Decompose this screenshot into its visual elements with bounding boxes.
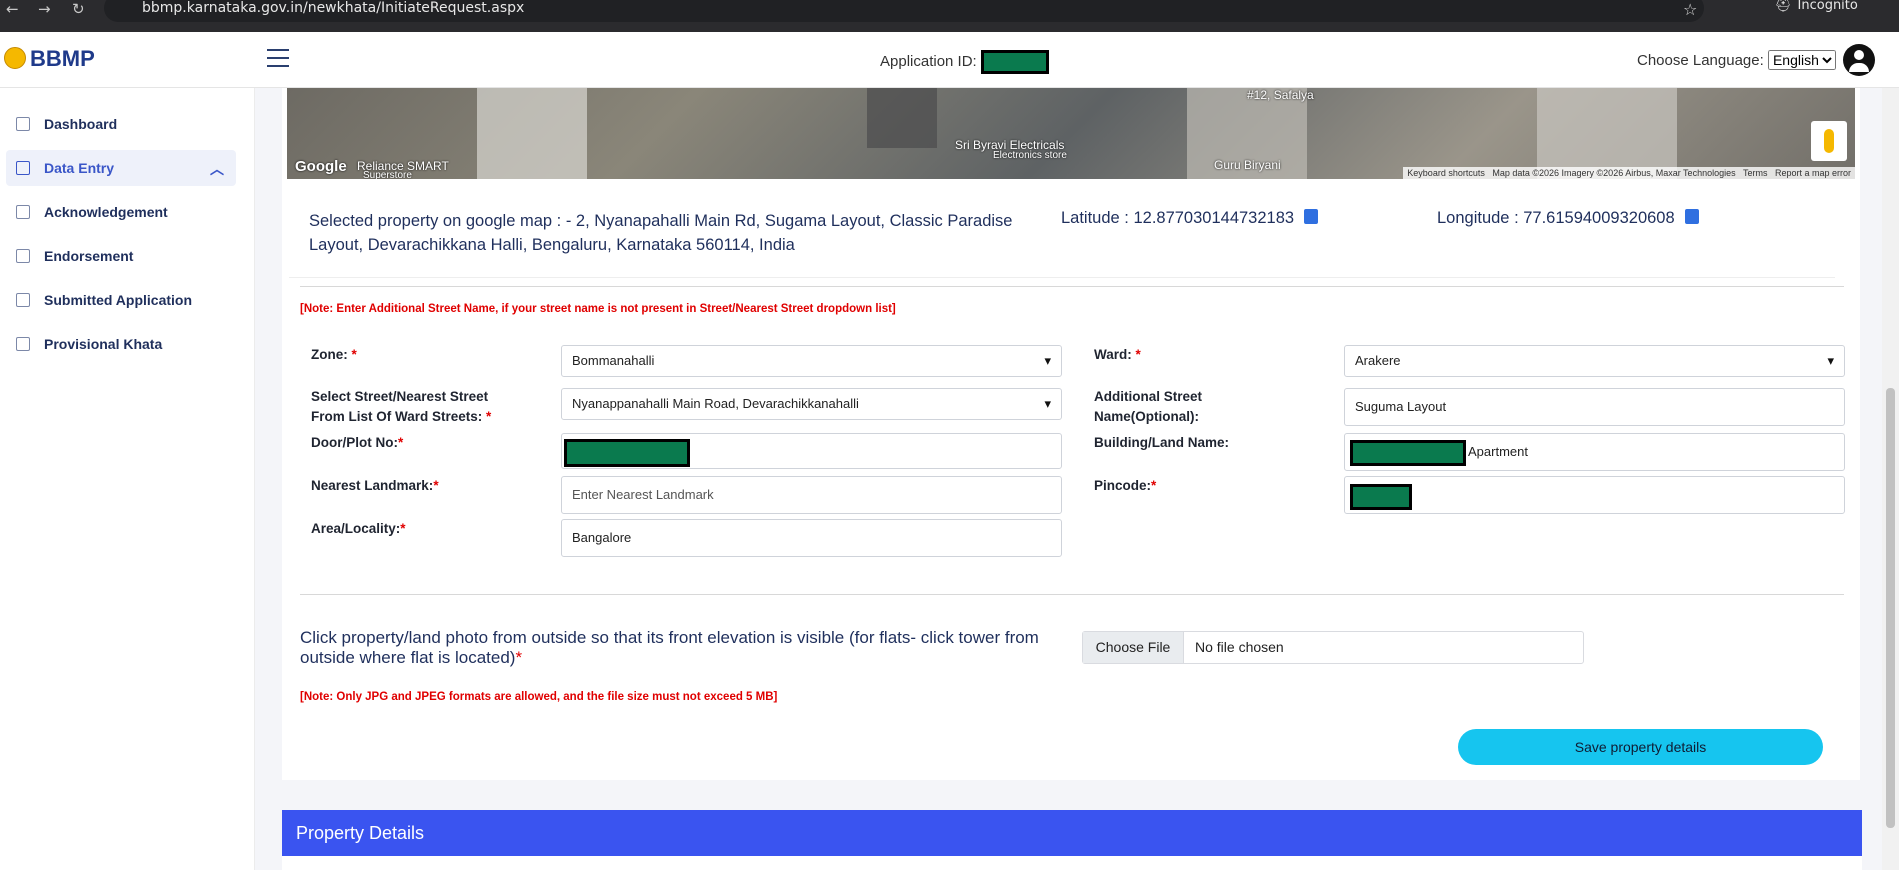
- map-building: [1537, 88, 1677, 179]
- area-locality-input[interactable]: Bangalore: [561, 519, 1062, 557]
- redacted-building-name: [1350, 439, 1466, 466]
- sidebar-item-label: Provisional Khata: [44, 336, 163, 352]
- hamburger-menu-icon[interactable]: [267, 49, 289, 67]
- dashboard-icon: [16, 117, 30, 131]
- longitude-text: Longitude : 77.61594009320608: [1437, 209, 1675, 227]
- redacted-application-id: [980, 50, 1049, 74]
- bbmp-logo-icon: [4, 47, 26, 69]
- additional-street-input[interactable]: Suguma Layout: [1344, 388, 1845, 426]
- save-property-details-button[interactable]: Save property details: [1458, 729, 1823, 765]
- app-header: BBMP Application ID: Choose Language: En…: [0, 32, 1899, 88]
- google-logo: Google: [295, 158, 347, 175]
- street-note: [Note: Enter Additional Street Name, if …: [300, 303, 896, 315]
- keyboard-shortcuts-link[interactable]: Keyboard shortcuts: [1407, 168, 1485, 178]
- logo-text: BBMP: [30, 46, 95, 71]
- language-chooser: Choose Language: English: [1637, 50, 1836, 70]
- map-label[interactable]: #12, Safalya: [1247, 88, 1314, 102]
- copy-icon[interactable]: [1304, 209, 1319, 224]
- map-label: Electronics store: [993, 150, 1067, 161]
- property-details-body: [282, 856, 1862, 870]
- ward-select[interactable]: Arakere: [1344, 345, 1845, 377]
- sidebar-item-endorsement[interactable]: Endorsement: [6, 238, 236, 274]
- terms-link[interactable]: Terms: [1743, 168, 1768, 178]
- map-attribution: Keyboard shortcuts Map data ©2026 Imager…: [1403, 167, 1855, 179]
- copy-icon[interactable]: [1684, 209, 1699, 224]
- street-select[interactable]: Nyanappanahalli Main Road, Devarachikkan…: [561, 388, 1062, 420]
- map-building: [867, 88, 937, 148]
- pincode-input[interactable]: [1344, 476, 1845, 514]
- photo-instruction: Click property/land photo from outside s…: [300, 628, 1039, 667]
- selected-property-info: Selected property on google map : - 2, N…: [289, 197, 1835, 278]
- latitude: Latitude : 12.877030144732183: [1061, 209, 1319, 228]
- sidebar-item-label: Submitted Application: [44, 292, 193, 308]
- pincode-label: Pincode:*: [1094, 478, 1157, 493]
- building-land-name-input[interactable]: Apartment: [1344, 433, 1845, 471]
- nearest-landmark-input[interactable]: Enter Nearest Landmark: [561, 476, 1062, 514]
- street-view-pegman-icon[interactable]: [1811, 121, 1847, 161]
- table-icon: [16, 161, 30, 175]
- reload-icon[interactable]: ↻: [72, 0, 85, 18]
- building-land-name-label: Building/Land Name:: [1094, 435, 1229, 450]
- sidebar-item-provisional-khata[interactable]: Provisional Khata: [6, 326, 236, 362]
- choose-file-button[interactable]: Choose File: [1083, 632, 1184, 663]
- sidebar-item-label: Data Entry: [44, 160, 115, 176]
- selected-address: Selected property on google map : - 2, N…: [309, 212, 1013, 254]
- map-label[interactable]: Guru Biryani: [1214, 158, 1281, 172]
- incognito-badge[interactable]: ⛑ Incognito: [1775, 0, 1875, 22]
- latitude-text: Latitude : 12.877030144732183: [1061, 209, 1295, 227]
- photo-note: [Note: Only JPG and JPEG formats are all…: [300, 691, 778, 703]
- browser-chrome: ← → ↻ bbmp.karnataka.gov.in/newkhata/Ini…: [0, 0, 1899, 32]
- map-building: [477, 88, 587, 179]
- longitude: Longitude : 77.61594009320608: [1437, 209, 1699, 228]
- map-label: Superstore: [363, 170, 412, 179]
- report-map-error-link[interactable]: Report a map error: [1775, 168, 1851, 178]
- building-name-suffix: Apartment: [1468, 444, 1528, 459]
- zone-select[interactable]: Bommanahalli: [561, 345, 1062, 377]
- incognito-label: Incognito: [1797, 0, 1858, 13]
- sidebar-item-label: Endorsement: [44, 248, 134, 264]
- door-plot-label: Door/Plot No:*: [311, 435, 404, 450]
- redacted-door-plot: [564, 439, 690, 467]
- sidebar-item-submitted-application[interactable]: Submitted Application: [6, 282, 236, 318]
- area-locality-label: Area/Locality:*: [311, 521, 406, 536]
- incognito-icon: ⛑: [1775, 0, 1792, 13]
- additional-street-label: Additional Street Name(Optional):: [1094, 389, 1203, 424]
- sidebar-item-label: Acknowledgement: [44, 204, 168, 220]
- sidebar-item-data-entry[interactable]: Data Entry ︿: [6, 150, 236, 186]
- bookmark-star-icon[interactable]: ☆: [1683, 0, 1697, 19]
- street-label: Select Street/Nearest Street From List Of…: [311, 389, 492, 424]
- nearest-landmark-label: Nearest Landmark:*: [311, 478, 439, 493]
- divider: [300, 594, 1844, 595]
- sidebar-item-label: Dashboard: [44, 116, 118, 132]
- forward-icon[interactable]: →: [38, 0, 51, 18]
- document-icon: [16, 249, 30, 263]
- sidebar-item-acknowledgement[interactable]: Acknowledgement: [6, 194, 236, 230]
- document-icon: [16, 293, 30, 307]
- google-map[interactable]: #12, Safalya Sri Byravi Electricals Elec…: [287, 88, 1855, 179]
- back-icon[interactable]: ←: [6, 0, 19, 18]
- redacted-pincode: [1350, 484, 1412, 510]
- photo-file-input[interactable]: Choose File No file chosen: [1082, 631, 1584, 664]
- scrollbar-thumb[interactable]: [1886, 388, 1895, 828]
- property-details-header[interactable]: Property Details: [282, 810, 1862, 856]
- application-id-label: Application ID:: [880, 52, 977, 70]
- document-icon: [16, 205, 30, 219]
- map-data-text: Map data ©2026 Imagery ©2026 Airbus, Max…: [1492, 168, 1736, 178]
- user-avatar-icon[interactable]: [1843, 44, 1875, 76]
- bbmp-logo[interactable]: BBMP: [4, 46, 95, 72]
- page-scrollbar[interactable]: [1882, 88, 1899, 870]
- url-text[interactable]: bbmp.karnataka.gov.in/newkhata/InitiateR…: [142, 0, 524, 17]
- choose-language-label: Choose Language:: [1637, 52, 1764, 69]
- chevron-up-icon[interactable]: ︿: [210, 159, 224, 179]
- divider: [300, 286, 1844, 287]
- door-plot-input[interactable]: [561, 433, 1062, 469]
- document-icon: [16, 337, 30, 351]
- ward-label: Ward: *: [1094, 347, 1141, 362]
- application-id: Application ID:: [880, 50, 1049, 74]
- no-file-chosen-text: No file chosen: [1195, 639, 1284, 655]
- sidebar-item-dashboard[interactable]: Dashboard: [6, 106, 236, 142]
- zone-label: Zone: *: [311, 347, 357, 362]
- language-select[interactable]: English: [1767, 50, 1836, 70]
- sidebar: Dashboard Data Entry ︿ Acknowledgement E…: [0, 88, 255, 870]
